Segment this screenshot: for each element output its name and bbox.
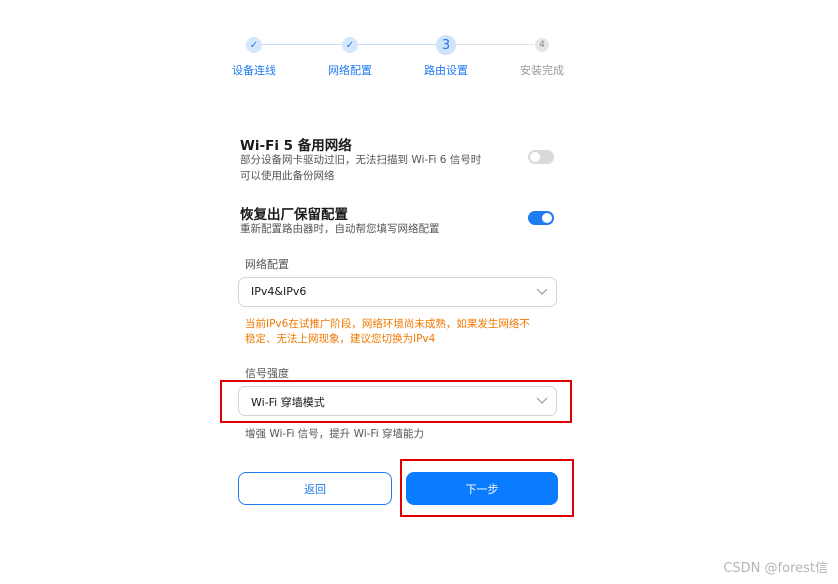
ipv6-warning-line2: 稳定、无法上网现象，建议您切换为IPv4 bbox=[245, 333, 436, 345]
factory-restore-desc: 重新配置路由器时，自动帮您填写网络配置 bbox=[240, 223, 440, 235]
network-config-label: 网络配置 bbox=[245, 258, 289, 271]
step-connector bbox=[358, 44, 438, 45]
factory-restore-toggle[interactable] bbox=[528, 211, 554, 225]
signal-strength-label: 信号强度 bbox=[245, 367, 289, 380]
step-label-install-complete: 安装完成 bbox=[520, 64, 564, 77]
ipv6-warning-line1: 当前IPv6在试推广阶段，网络环境尚未成熟，如果发生网络不 bbox=[245, 318, 530, 330]
wifi5-backup-desc-line1: 部分设备网卡驱动过旧，无法扫描到 Wi-Fi 6 信号时 bbox=[240, 154, 482, 166]
step-3-indicator: 3 bbox=[436, 35, 456, 55]
step-label-network-config: 网络配置 bbox=[328, 64, 372, 77]
step-4-indicator: 4 bbox=[535, 38, 549, 52]
toggle-knob bbox=[542, 213, 552, 223]
network-config-value: IPv4&IPv6 bbox=[251, 285, 307, 298]
step-connector bbox=[262, 44, 342, 45]
step-connector bbox=[456, 44, 534, 45]
step-1-check-icon: ✓ bbox=[246, 37, 262, 53]
wifi5-backup-desc: 部分设备网卡驱动过旧，无法扫描到 Wi-Fi 6 信号时 可以使用此备份网络 bbox=[240, 152, 540, 184]
wifi5-backup-desc-line2: 可以使用此备份网络 bbox=[240, 170, 335, 182]
back-button[interactable]: 返回 bbox=[238, 472, 392, 505]
next-button-highlight bbox=[400, 459, 574, 517]
signal-strength-highlight bbox=[220, 380, 572, 423]
signal-strength-hint: 增强 Wi-Fi 信号，提升 Wi-Fi 穿墙能力 bbox=[245, 428, 424, 440]
step-label-device-connect: 设备连线 bbox=[232, 64, 276, 77]
step-label-router-settings: 路由设置 bbox=[424, 64, 468, 77]
setup-stepper: ✓ ✓ 3 4 设备连线 网络配置 路由设置 安装完成 bbox=[0, 35, 838, 80]
factory-restore-title: 恢复出厂保留配置 bbox=[240, 207, 348, 223]
ipv6-warning-text: 当前IPv6在试推广阶段，网络环境尚未成熟，如果发生网络不 稳定、无法上网现象，… bbox=[245, 317, 565, 347]
watermark: CSDN @forest信 bbox=[723, 561, 828, 576]
network-config-select[interactable]: IPv4&IPv6 bbox=[238, 277, 557, 307]
chevron-down-icon bbox=[536, 288, 548, 295]
step-2-check-icon: ✓ bbox=[342, 37, 358, 53]
wifi5-backup-toggle[interactable] bbox=[528, 150, 554, 164]
wifi5-backup-title: Wi-Fi 5 备用网络 bbox=[240, 138, 352, 154]
toggle-knob bbox=[530, 152, 540, 162]
